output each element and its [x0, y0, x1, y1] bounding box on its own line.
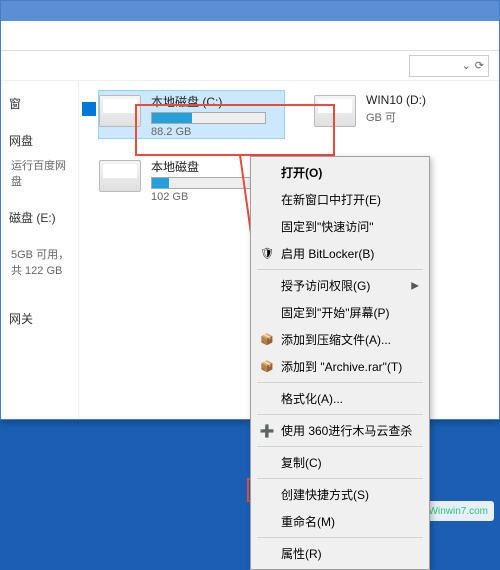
menu-item[interactable]: ➕ 使用 360进行木马云查杀: [253, 417, 427, 444]
menu-item[interactable]: 重命名(M): [253, 508, 427, 535]
drive-usage-bar: [151, 112, 266, 124]
menu-item-label: 打开(O): [281, 166, 322, 180]
titlebar: [1, 1, 499, 21]
addressbar-row: ⌄ ⟳: [1, 51, 499, 81]
menu-item-label: 复制(C): [281, 456, 322, 470]
menu-item[interactable]: 属性(R): [253, 540, 427, 567]
menu-item[interactable]: 📦 添加到 "Archive.rar"(T): [253, 353, 427, 380]
menu-item-label: 使用 360进行木马云查杀: [281, 424, 412, 438]
search-box[interactable]: ⌄ ⟳: [409, 55, 489, 77]
drive-icon: [99, 95, 141, 127]
menu-item-label: 创建快捷方式(S): [281, 488, 369, 502]
menu-item-label: 授予访问权限(G): [281, 279, 370, 293]
menu-item-label: 启用 BitLocker(B): [281, 247, 374, 261]
drive-icon: [99, 160, 141, 192]
drive-free-text: GB 可: [366, 109, 499, 125]
submenu-arrow-icon: ▶: [411, 280, 419, 291]
menu-item[interactable]: 打开(O): [253, 159, 427, 186]
sidebar-sub[interactable]: 运行百度网盘: [7, 153, 72, 193]
menu-item-label: 重命名(M): [281, 515, 335, 529]
menu-item[interactable]: 复制(C): [253, 449, 427, 476]
context-menu: 打开(O) 在新窗口中打开(E) 固定到"快速访问" 🛡 启用 BitLocker(B)…: [250, 156, 430, 570]
menu-item[interactable]: 创建快捷方式(S): [253, 481, 427, 508]
menu-item-label: 添加到 "Archive.rar"(T): [281, 360, 402, 374]
menu-separator: [257, 537, 423, 538]
menu-separator: [257, 414, 423, 415]
sidebar-sub: 5GB 可用，共 122 GB: [7, 242, 72, 282]
shield-icon: 🛡: [259, 246, 275, 262]
menu-item-label: 固定到"开始"屏幕(P): [281, 306, 390, 320]
drive-item[interactable]: WIN10 (D:) GB 可: [314, 91, 499, 138]
toolbar: [1, 21, 499, 51]
refresh-icon[interactable]: ⟳: [475, 59, 484, 72]
menu-item-label: 固定到"快速访问": [281, 220, 374, 234]
menu-separator: [257, 382, 423, 383]
sidebar-item[interactable]: 网关: [7, 306, 72, 331]
archive-icon: 📦: [259, 359, 275, 375]
menu-item[interactable]: 🛡 启用 BitLocker(B): [253, 240, 427, 267]
archive-icon: 📦: [259, 332, 275, 348]
menu-separator: [257, 478, 423, 479]
drive-free-text: 88.2 GB: [151, 126, 284, 138]
sidebar-item[interactable]: 磁盘 (E:): [7, 205, 72, 230]
sidebar-item[interactable]: 网盘: [7, 128, 72, 153]
menu-item-label: 在新窗口中打开(E): [281, 193, 381, 207]
menu-item-label: 格式化(A)...: [281, 392, 343, 406]
drive-usage-bar: [151, 177, 266, 189]
menu-item[interactable]: 在新窗口中打开(E): [253, 186, 427, 213]
menu-item[interactable]: 固定到"开始"屏幕(P): [253, 299, 427, 326]
menu-item[interactable]: 固定到"快速访问": [253, 213, 427, 240]
menu-item-label: 添加到压缩文件(A)...: [281, 333, 391, 347]
sidebar: 窗 网盘 运行百度网盘 磁盘 (E:) 5GB 可用，共 122 GB 网关: [1, 81, 79, 419]
menu-item[interactable]: 📦 添加到压缩文件(A)...: [253, 326, 427, 353]
drive-icon: [314, 95, 356, 127]
menu-separator: [257, 269, 423, 270]
drive-item[interactable]: 本地磁盘 (C:) 88.2 GB: [99, 91, 284, 138]
360-icon: ➕: [259, 423, 275, 439]
drive-name: 本地磁盘 (C:): [151, 93, 284, 110]
menu-separator: [257, 446, 423, 447]
sidebar-item[interactable]: 窗: [7, 91, 72, 116]
dropdown-icon: ⌄: [462, 59, 471, 72]
menu-item[interactable]: 格式化(A)...: [253, 385, 427, 412]
drive-name: WIN10 (D:): [366, 93, 499, 107]
windows-badge-icon: [82, 102, 96, 116]
menu-item-label: 属性(R): [281, 547, 322, 561]
menu-item[interactable]: 授予访问权限(G) ▶: [253, 272, 427, 299]
